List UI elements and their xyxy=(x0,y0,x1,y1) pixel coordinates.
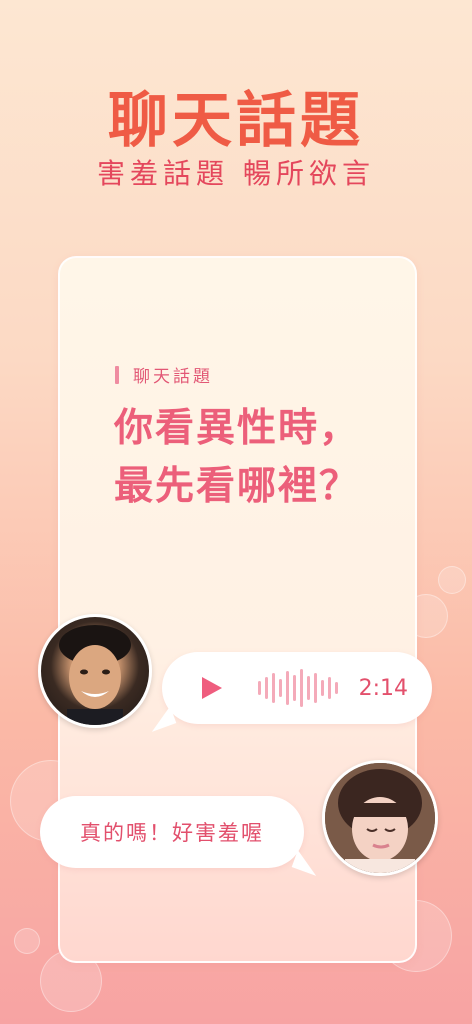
reply-message-text: 真的嗎！好害羞喔 xyxy=(80,821,264,845)
avatar-male[interactable] xyxy=(38,614,152,728)
question-line-2: 最先看哪裡？ xyxy=(114,464,361,509)
reply-message-bubble[interactable]: 真的嗎！好害羞喔 xyxy=(40,796,323,876)
topic-question: 你看異性時， 最先看哪裡？ xyxy=(114,400,404,516)
question-line-1: 你看異性時， xyxy=(114,406,361,451)
decor-bubble xyxy=(438,566,466,594)
page-title: 聊天話題 xyxy=(108,86,364,156)
voice-message-bubble[interactable]: 2:14 xyxy=(145,652,432,732)
avatar-female-face xyxy=(325,763,435,873)
audio-waveform xyxy=(258,668,342,708)
page-subtitle: 害羞話題 暢所欲言 xyxy=(97,157,375,190)
decor-bubble xyxy=(14,928,40,954)
avatar-male-face xyxy=(59,625,131,725)
section-bar xyxy=(115,365,119,384)
voice-duration: 2:14 xyxy=(358,675,408,701)
section-label: 聊天話題 xyxy=(115,362,213,387)
avatar-female[interactable] xyxy=(322,760,438,876)
play-icon[interactable] xyxy=(202,677,222,699)
section-label-text: 聊天話題 xyxy=(133,367,213,387)
